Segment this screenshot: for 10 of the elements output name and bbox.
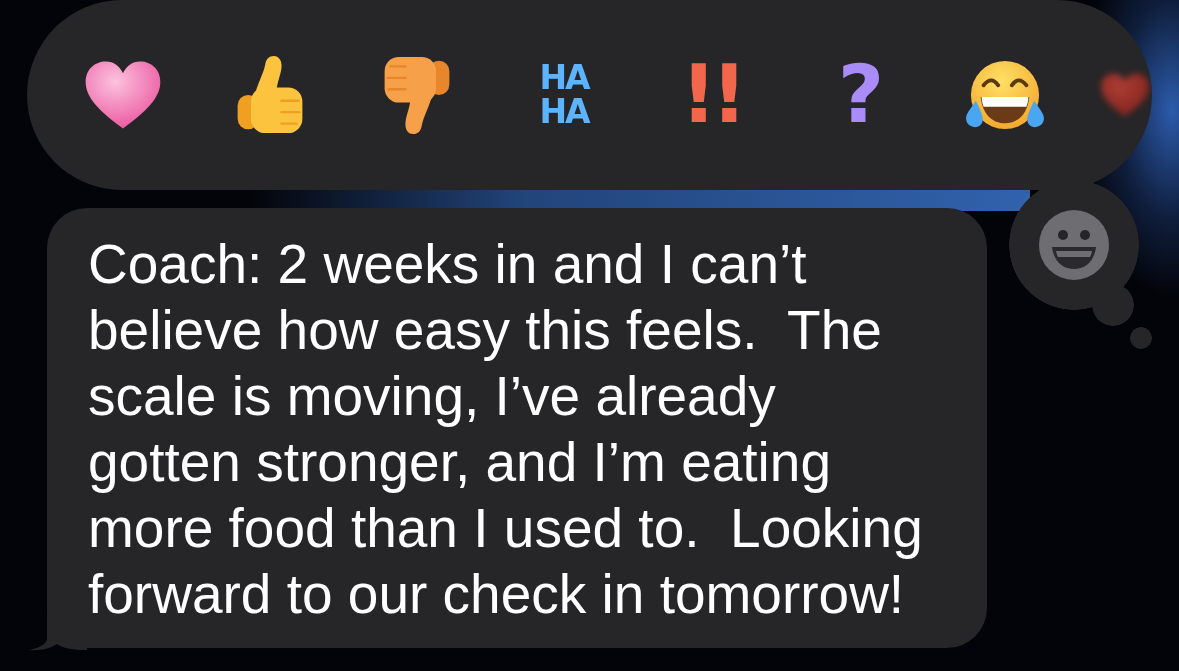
thumbs-down-icon <box>382 55 452 135</box>
reaction-button[interactable]: HA HA <box>516 47 612 143</box>
reaction-button[interactable]: !! <box>663 47 759 143</box>
smiley-icon <box>1039 210 1109 280</box>
heart-icon <box>1100 72 1150 118</box>
message-text: Coach: 2 weeks in and I can’t believe how easy this feels. The scale is moving, I’ve already gotten stronger, and I’m eating more food than I used to. Looking forward to our check in tomorrow! <box>88 232 924 627</box>
thumbs-up-icon <box>235 55 305 135</box>
reaction-button[interactable]: ? <box>810 47 906 143</box>
laughing-face-icon <box>964 58 1046 132</box>
heart-icon <box>84 60 162 130</box>
